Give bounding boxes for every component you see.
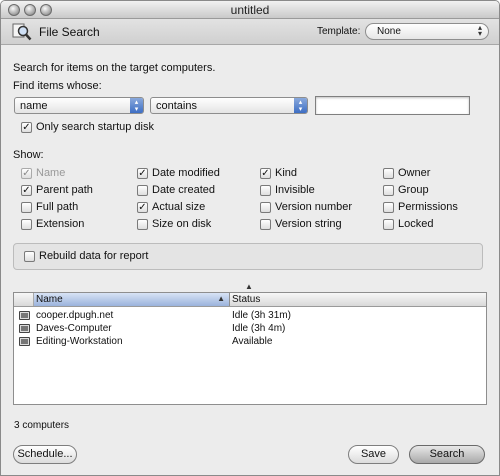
checkbox-box[interactable] [137, 185, 148, 196]
checkbox-box[interactable] [24, 251, 35, 262]
title-bar[interactable]: untitled [1, 1, 499, 19]
show-date-created-label: Date created [152, 184, 215, 196]
toolbar-title: File Search [39, 25, 100, 39]
status-column-label: Status [232, 294, 261, 305]
show-label: Show: [13, 149, 44, 161]
row-status: Idle (3h 31m) [232, 310, 291, 321]
template-select[interactable]: None ▴ ▾ [365, 23, 489, 40]
template-label: Template: [317, 26, 361, 37]
show-version-number-label: Version number [275, 201, 353, 213]
show-permissions-label: Permissions [398, 201, 458, 213]
attribute-value: name [20, 100, 48, 112]
computer-icon [19, 311, 30, 320]
checkbox-box[interactable]: ✓ [260, 168, 271, 179]
magnifier-icon [12, 23, 32, 41]
checkbox-box[interactable]: ✓ [21, 185, 32, 196]
show-name-label: Name [36, 167, 66, 179]
checkbox-box[interactable] [260, 219, 271, 230]
table-row[interactable]: Daves-Computer Idle (3h 4m) [14, 323, 486, 336]
find-items-label: Find items whose: [13, 80, 102, 92]
checkbox-box[interactable]: ✓ [137, 202, 148, 213]
show-size-on-disk-label: Size on disk [152, 218, 212, 230]
sort-ascending-icon: ▲ [217, 294, 225, 303]
row-name: cooper.dpugh.net [36, 310, 114, 321]
table-header: Name ▲ Status [14, 293, 486, 307]
show-full-path-label: Full path [36, 201, 79, 213]
name-column-label: Name [36, 294, 63, 305]
save-button[interactable]: Save [348, 445, 399, 464]
checkbox-box[interactable]: ✓ [21, 122, 32, 133]
show-invisible-label: Invisible [275, 184, 315, 196]
show-group-label: Group [398, 184, 429, 196]
computer-icon [19, 337, 30, 346]
checkbox-box[interactable] [383, 202, 394, 213]
row-status: Available [232, 336, 273, 347]
select-arrows-icon: ▴ ▾ [477, 23, 482, 38]
checkbox-box[interactable] [383, 185, 394, 196]
file-search-window: untitled File Search Template: None ▴ ▾ S… [0, 0, 500, 476]
name-column-header[interactable]: Name ▲ [34, 293, 230, 306]
schedule-button[interactable]: Schedule... [13, 445, 77, 464]
row-name: Daves-Computer [36, 323, 112, 334]
startup-disk-label: Only search startup disk [36, 121, 154, 133]
row-status: Idle (3h 4m) [232, 323, 286, 334]
checkbox-box: ✓ [21, 168, 32, 179]
template-value: None [377, 26, 401, 37]
show-extension-label: Extension [36, 218, 85, 230]
checkbox-box[interactable] [137, 219, 148, 230]
icon-column-header[interactable] [14, 293, 34, 306]
splitter-handle-icon[interactable]: ▲ [245, 282, 253, 291]
show-actual-size-label: Actual size [152, 201, 206, 213]
show-kind-label: Kind [275, 167, 298, 179]
status-column-header[interactable]: Status [232, 294, 260, 305]
window-title: untitled [230, 3, 270, 17]
table-row[interactable]: Editing-Workstation Available [14, 336, 486, 349]
show-date-modified-label: Date modified [152, 167, 220, 179]
attribute-popup[interactable]: name ▴ ▾ [14, 97, 144, 114]
search-query-input[interactable] [315, 96, 470, 115]
show-parent-path-label: Parent path [36, 184, 93, 196]
checkbox-box[interactable] [383, 168, 394, 179]
checkbox-box[interactable] [21, 202, 32, 213]
computer-list-table[interactable]: Name ▲ Status cooper.dpugh.net Idle (3h … [13, 292, 487, 405]
show-locked-label: Locked [398, 218, 434, 230]
popup-arrows-icon: ▴ ▾ [294, 98, 307, 113]
popup-arrows-icon: ▴ ▾ [130, 98, 143, 113]
row-name: Editing-Workstation [36, 336, 123, 347]
computer-count: 3 computers [14, 420, 70, 431]
search-intro: Search for items on the target computers… [13, 62, 216, 74]
checkbox-box[interactable] [260, 185, 271, 196]
rebuild-data-label: Rebuild data for report [39, 250, 149, 262]
checkbox-box[interactable] [383, 219, 394, 230]
show-version-string-label: Version string [275, 218, 342, 230]
show-owner-label: Owner [398, 167, 431, 179]
computer-icon [19, 324, 30, 333]
search-button[interactable]: Search [409, 445, 485, 464]
checkbox-box[interactable] [260, 202, 271, 213]
rebuild-panel: Rebuild data for report [13, 243, 483, 270]
checkbox-box[interactable]: ✓ [137, 168, 148, 179]
operator-popup[interactable]: contains ▴ ▾ [150, 97, 308, 114]
checkbox-box[interactable] [21, 219, 32, 230]
table-row[interactable]: cooper.dpugh.net Idle (3h 31m) [14, 310, 486, 323]
toolbar: File Search Template: None ▴ ▾ [1, 19, 499, 45]
operator-value: contains [156, 100, 197, 112]
